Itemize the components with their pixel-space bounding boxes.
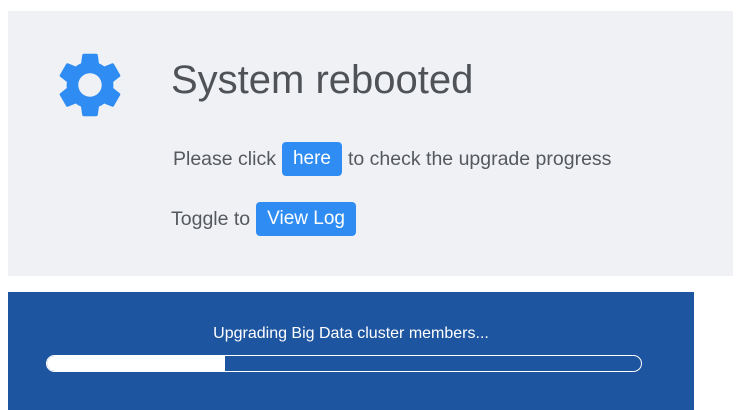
page-title: System rebooted xyxy=(171,58,474,102)
progress-bar xyxy=(46,355,642,372)
click-prompt-text: Please click xyxy=(173,147,276,170)
progress-status-text: Upgrading Big Data cluster members... xyxy=(213,325,489,342)
upgrade-progress-panel: Upgrading Big Data cluster members... xyxy=(8,292,694,410)
check-progress-text: to check the upgrade progress xyxy=(348,147,612,170)
progress-bar-fill xyxy=(47,356,226,371)
upgrade-progress-message: Please click here to check the upgrade p… xyxy=(173,141,611,177)
view-log-button[interactable]: View Log xyxy=(256,202,356,236)
gear-icon xyxy=(59,53,121,117)
reboot-notice-panel: System rebooted Please click here to che… xyxy=(8,11,733,276)
toggle-prompt-text: Toggle to xyxy=(171,207,251,230)
here-button[interactable]: here xyxy=(281,142,342,176)
toggle-log-row: Toggle to View Log xyxy=(171,201,362,237)
